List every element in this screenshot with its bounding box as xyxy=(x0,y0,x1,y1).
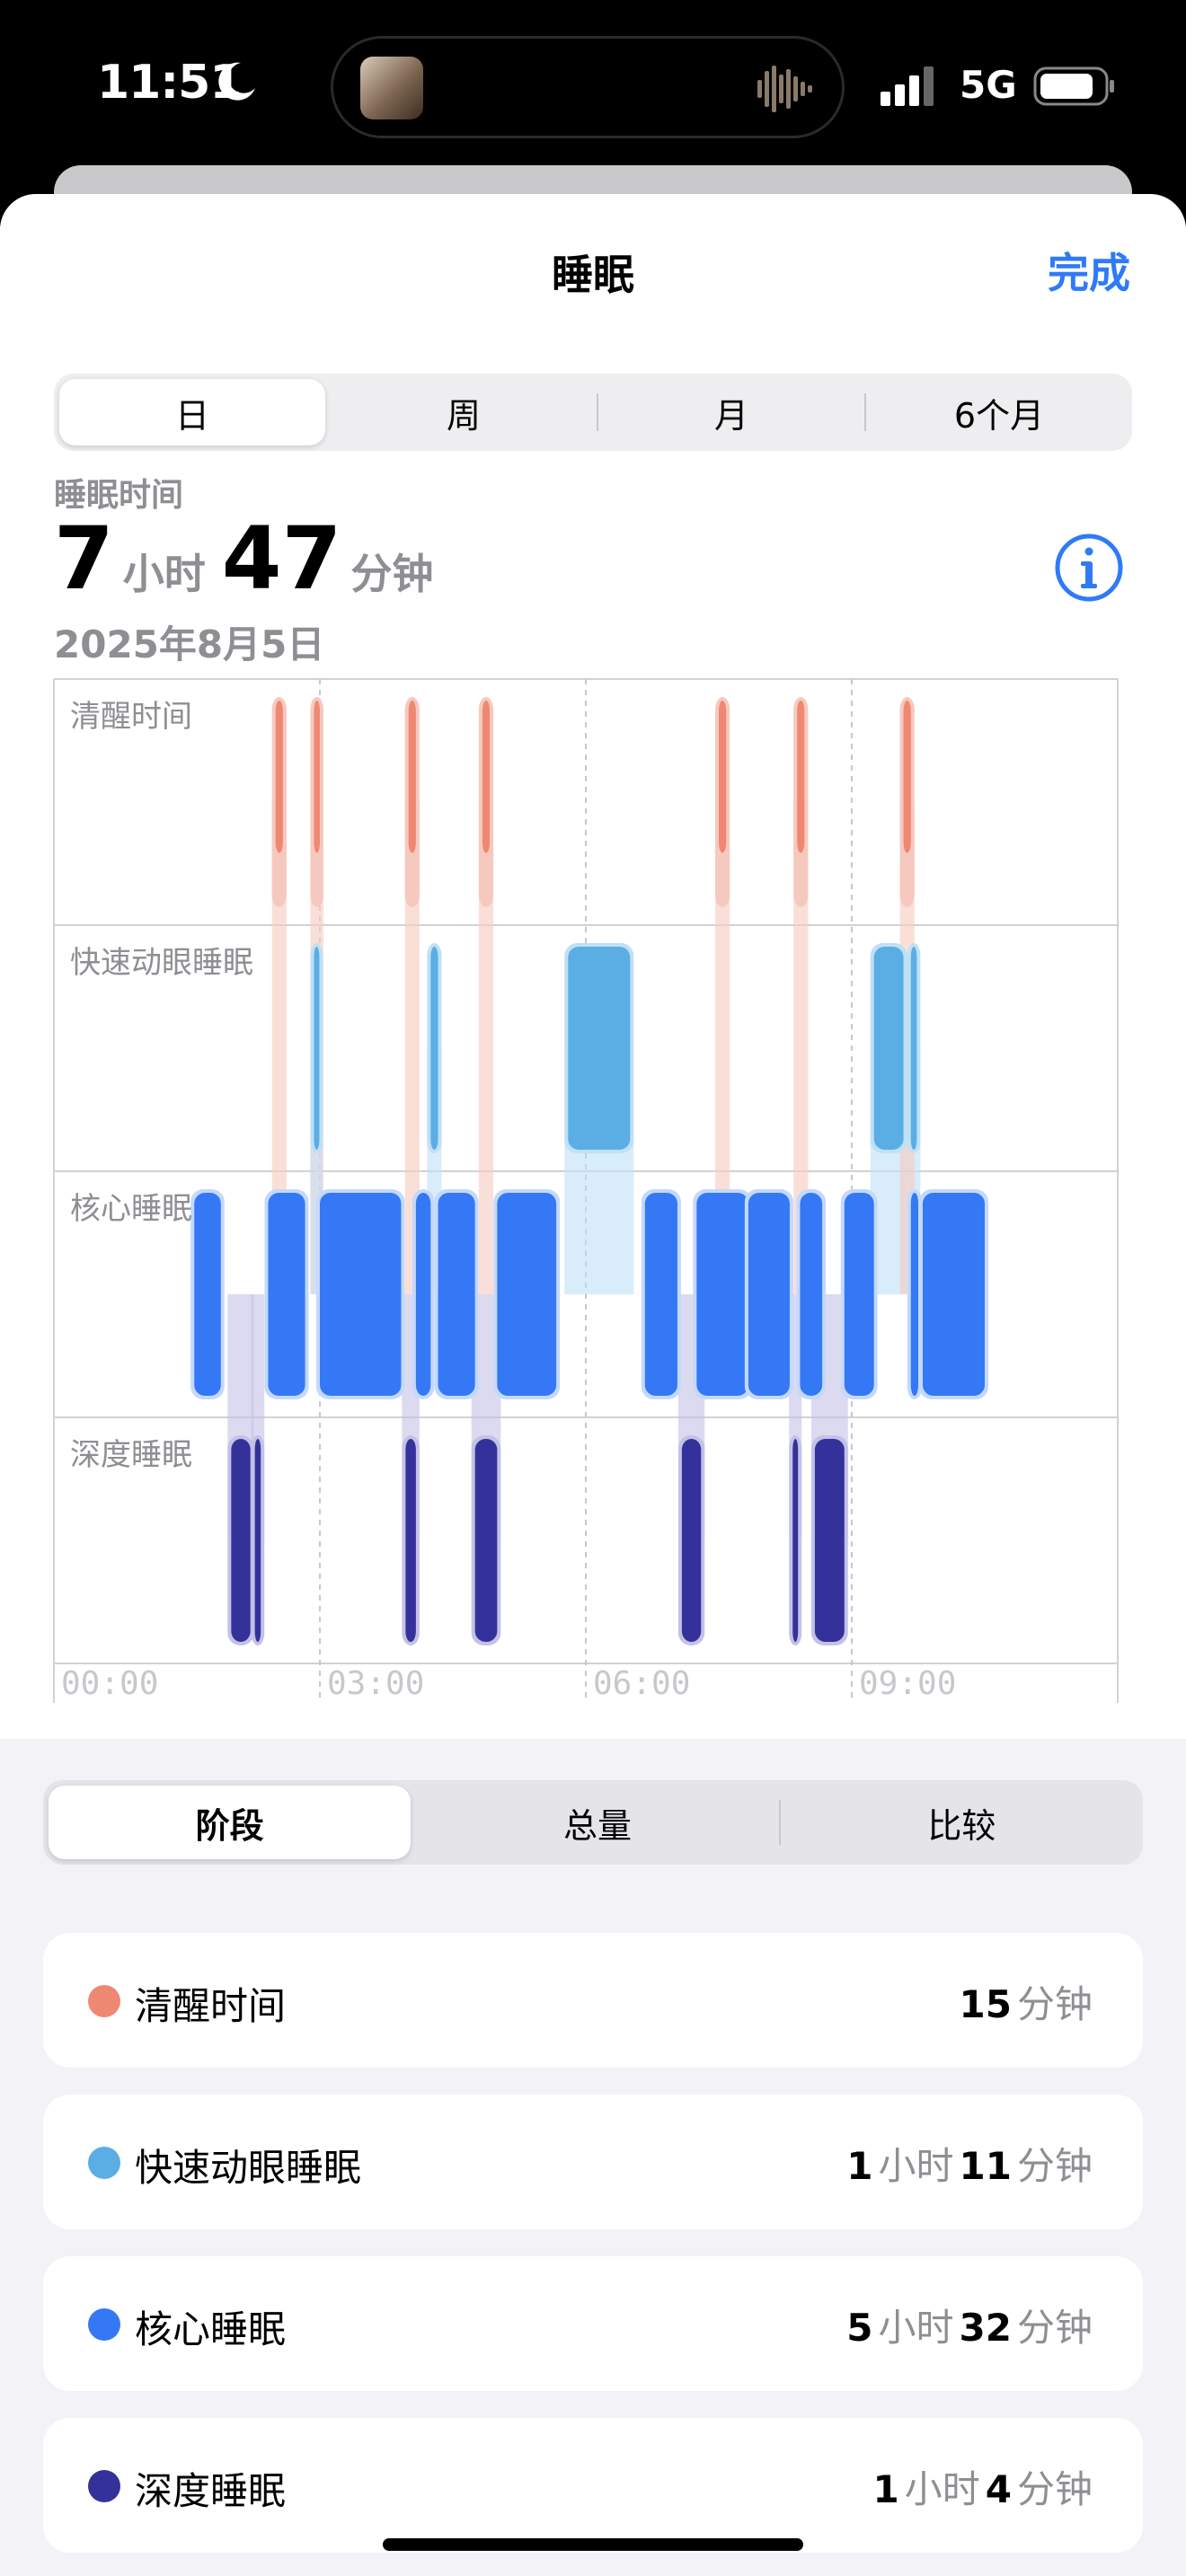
stage-segment xyxy=(748,1193,790,1396)
stage-segment xyxy=(873,947,904,1150)
stage-row-core[interactable]: 核心睡眠 5 小时 32 分钟 xyxy=(43,2256,1143,2391)
x-tick-label: 09:00 xyxy=(859,1665,957,1702)
rem-color-dot xyxy=(88,2147,120,2179)
duration-minutes: 15 xyxy=(959,1982,1012,2026)
stage-segment xyxy=(275,701,283,853)
stage-segment xyxy=(814,1439,845,1642)
stage-segment xyxy=(415,1193,431,1396)
core-color-dot xyxy=(88,2308,120,2341)
stage-segment xyxy=(482,701,491,853)
minutes-unit: 分钟 xyxy=(1016,1982,1093,2026)
stage-segment xyxy=(800,1193,823,1396)
network-type: 5G xyxy=(960,63,1017,107)
stage-segment xyxy=(474,1439,498,1642)
awake-color-dot xyxy=(88,1985,120,2017)
stage-segment xyxy=(268,1193,305,1396)
stage-row-deep[interactable]: 深度睡眠 1 小时 4 分钟 xyxy=(43,2418,1143,2553)
hours-unit: 小时 xyxy=(904,2467,980,2511)
battery-icon xyxy=(1033,66,1114,106)
stage-segment xyxy=(438,1193,475,1396)
stage-segment xyxy=(844,1193,874,1396)
duration-minutes: 32 xyxy=(959,2306,1012,2350)
duration-hours: 1 xyxy=(872,2467,899,2511)
stage-duration: 1 小时 11 分钟 xyxy=(846,2136,1098,2191)
x-tick-label: 00:00 xyxy=(61,1665,159,1702)
tab-comparison[interactable]: 比较 xyxy=(781,1780,1143,1865)
stage-row-awake[interactable]: 清醒时间 15 分钟 xyxy=(43,1933,1143,2068)
stage-segment xyxy=(568,947,631,1150)
stage-duration: 5 小时 32 分钟 xyxy=(846,2298,1098,2352)
stage-segment xyxy=(719,701,727,853)
stage-segment xyxy=(910,1193,918,1396)
stage-name: 清醒时间 xyxy=(135,1984,287,2028)
tab-amount[interactable]: 总量 xyxy=(416,1780,778,1865)
stage-name: 深度睡眠 xyxy=(135,2469,287,2513)
view-segmented-control: 阶段 总量 比较 xyxy=(43,1780,1143,1865)
stage-segment xyxy=(314,947,320,1150)
duration-minutes: 11 xyxy=(959,2144,1012,2188)
stage-segment xyxy=(314,701,320,853)
minutes-unit: 分钟 xyxy=(1016,2144,1093,2188)
deep-color-dot xyxy=(88,2470,120,2502)
dynamic-island[interactable] xyxy=(331,36,845,138)
stage-duration: 15 分钟 xyxy=(960,1974,1098,2029)
stage-label-awake: 清醒时间 xyxy=(70,699,192,735)
audio-waveform-icon xyxy=(757,66,812,112)
stage-segment xyxy=(497,1193,557,1396)
x-tick-label: 03:00 xyxy=(327,1665,425,1702)
stage-segment xyxy=(254,1439,261,1642)
stage-segment xyxy=(910,947,917,1150)
stage-label-rem: 快速动眼睡眠 xyxy=(70,945,253,981)
home-indicator[interactable] xyxy=(383,2538,803,2551)
stage-segment xyxy=(644,1193,677,1396)
tab-stages[interactable]: 阶段 xyxy=(49,1786,412,1859)
cellular-signal-icon xyxy=(881,66,934,106)
x-tick-label: 06:00 xyxy=(593,1665,691,1702)
minutes-unit: 分钟 xyxy=(1016,2306,1093,2350)
duration-hours: 1 xyxy=(846,2144,873,2188)
stage-segment xyxy=(320,1193,402,1396)
stage-label-deep: 深度睡眠 xyxy=(70,1437,192,1473)
now-playing-artwork[interactable] xyxy=(360,57,423,119)
stage-row-rem[interactable]: 快速动眼睡眠 1 小时 11 分钟 xyxy=(43,2095,1143,2229)
sleep-sheet: 睡眠 完成 日 周 月 6个月 睡眠时间 7 小时 47 分钟 2025年8月5日 清… xyxy=(0,194,1186,2576)
duration-minutes: 4 xyxy=(985,2467,1012,2511)
stage-duration: 1 小时 4 分钟 xyxy=(873,2459,1099,2514)
minutes-unit: 分钟 xyxy=(1016,2467,1093,2511)
stage-segment xyxy=(696,1193,748,1396)
stage-label-core: 核心睡眠 xyxy=(70,1191,192,1227)
stage-segment xyxy=(922,1193,985,1396)
hours-unit: 小时 xyxy=(878,2144,954,2188)
status-bar: 11:51 5G xyxy=(0,0,1186,180)
stage-segment xyxy=(408,701,416,853)
hours-unit: 小时 xyxy=(878,2306,954,2350)
stage-segment xyxy=(194,1193,221,1396)
stage-segment xyxy=(231,1439,251,1642)
moon-icon xyxy=(218,62,255,101)
stage-segment xyxy=(405,1439,416,1642)
stage-segment xyxy=(430,947,438,1150)
stage-name: 核心睡眠 xyxy=(135,2307,287,2351)
stage-segment xyxy=(681,1439,702,1642)
stage-segment xyxy=(903,701,911,853)
stage-segment xyxy=(797,701,805,853)
stage-segment xyxy=(792,1439,799,1642)
duration-hours: 5 xyxy=(846,2306,873,2350)
stage-name: 快速动眼睡眠 xyxy=(135,2146,362,2190)
